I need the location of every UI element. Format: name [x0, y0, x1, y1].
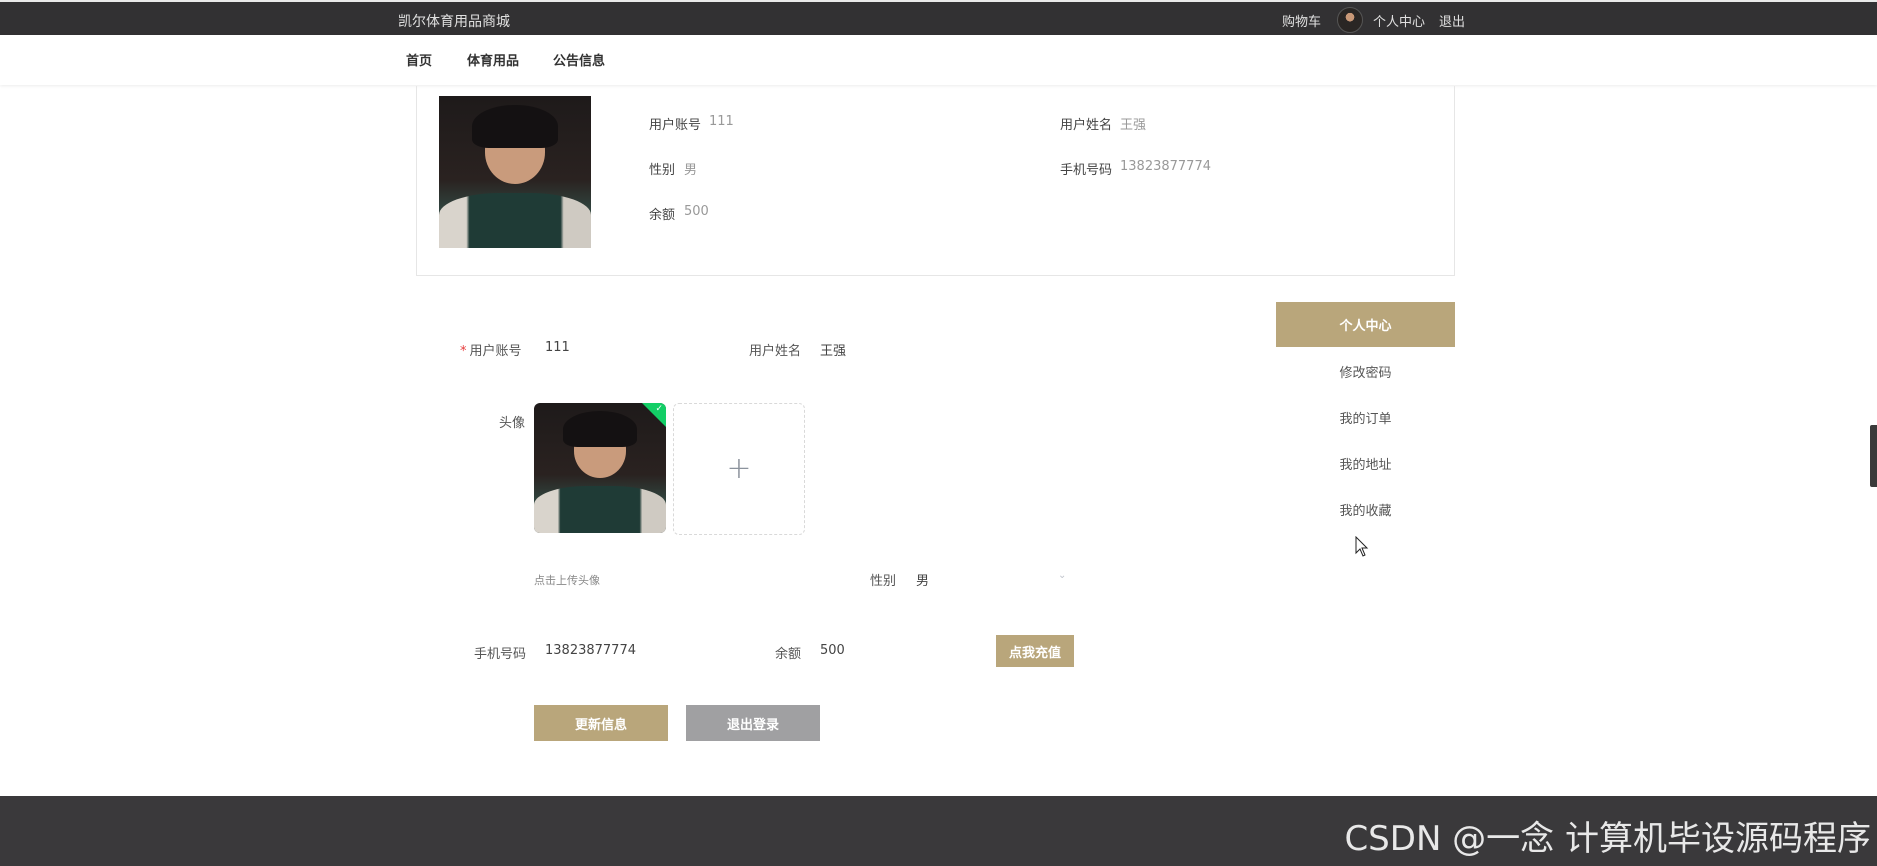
- side-menu-my-favorites[interactable]: 我的收藏: [1276, 500, 1455, 519]
- profile-gender-value: 男: [684, 163, 698, 178]
- name-field[interactable]: 王强: [820, 340, 846, 359]
- balance-field: 500: [820, 643, 845, 658]
- side-menu-my-address[interactable]: 我的地址: [1276, 454, 1455, 473]
- logout-link[interactable]: 退出: [1439, 11, 1465, 30]
- nav-notices[interactable]: 公告信息: [553, 50, 605, 69]
- footer: CSDN @一念 计算机毕设源码程序: [0, 796, 1877, 866]
- gender-select[interactable]: 男: [916, 570, 929, 589]
- phone-field[interactable]: 13823877774: [545, 643, 636, 658]
- avatar[interactable]: [1337, 7, 1364, 33]
- top-bar: 凯尔体育用品商城 购物车 个人中心 退出: [0, 0, 1877, 35]
- form-account-label: * 用户账号: [460, 344, 522, 359]
- form-avatar-label: 头像: [499, 416, 526, 431]
- upload-hint: 点击上传头像: [534, 574, 600, 587]
- top-links: 购物车 个人中心 退出: [1282, 7, 1465, 33]
- logout-button[interactable]: 退出登录: [686, 705, 820, 741]
- profile-balance-value: 500: [684, 204, 709, 219]
- profile-name-label: 用户姓名: [1060, 118, 1113, 133]
- user-center-link[interactable]: 个人中心: [1373, 11, 1425, 30]
- chevron-down-icon[interactable]: ⌄: [1058, 570, 1066, 581]
- form-gender-label: 性别: [870, 574, 897, 589]
- site-title[interactable]: 凯尔体育用品商城: [398, 11, 510, 31]
- form-balance-label: 余额: [775, 647, 802, 662]
- profile-gender-label: 性别: [649, 163, 676, 178]
- side-menu-change-password[interactable]: 修改密码: [1276, 362, 1455, 381]
- profile-name-value: 王强: [1120, 118, 1147, 133]
- form-name-label: 用户姓名: [749, 344, 802, 359]
- scrollbar-handle[interactable]: [1870, 425, 1877, 487]
- watermark: CSDN @一念 计算机毕设源码程序: [1344, 819, 1871, 859]
- avatar-upload-button[interactable]: +: [673, 403, 805, 535]
- mouse-cursor-icon: [1355, 536, 1369, 557]
- uploaded-avatar[interactable]: ✓: [534, 403, 666, 533]
- nav-home[interactable]: 首页: [406, 50, 432, 69]
- account-field[interactable]: 111: [545, 340, 570, 355]
- check-icon: ✓: [655, 404, 663, 414]
- profile-account-value: 111: [709, 114, 734, 129]
- profile-account-label: 用户账号: [649, 118, 702, 133]
- cart-link[interactable]: 购物车: [1282, 11, 1321, 30]
- profile-balance-label: 余额: [649, 208, 676, 223]
- main-nav: 首页 体育用品 公告信息: [0, 35, 1877, 85]
- recharge-button[interactable]: 点我充值: [996, 635, 1074, 667]
- profile-phone-value: 13823877774: [1120, 159, 1211, 174]
- form-phone-label: 手机号码: [474, 647, 527, 662]
- side-menu-my-orders[interactable]: 我的订单: [1276, 408, 1455, 427]
- profile-photo: [439, 96, 591, 248]
- nav-sports-goods[interactable]: 体育用品: [467, 50, 519, 69]
- plus-icon: +: [726, 451, 752, 486]
- side-menu-user-center[interactable]: 个人中心: [1276, 302, 1455, 347]
- profile-phone-label: 手机号码: [1060, 163, 1113, 178]
- update-info-button[interactable]: 更新信息: [534, 705, 668, 741]
